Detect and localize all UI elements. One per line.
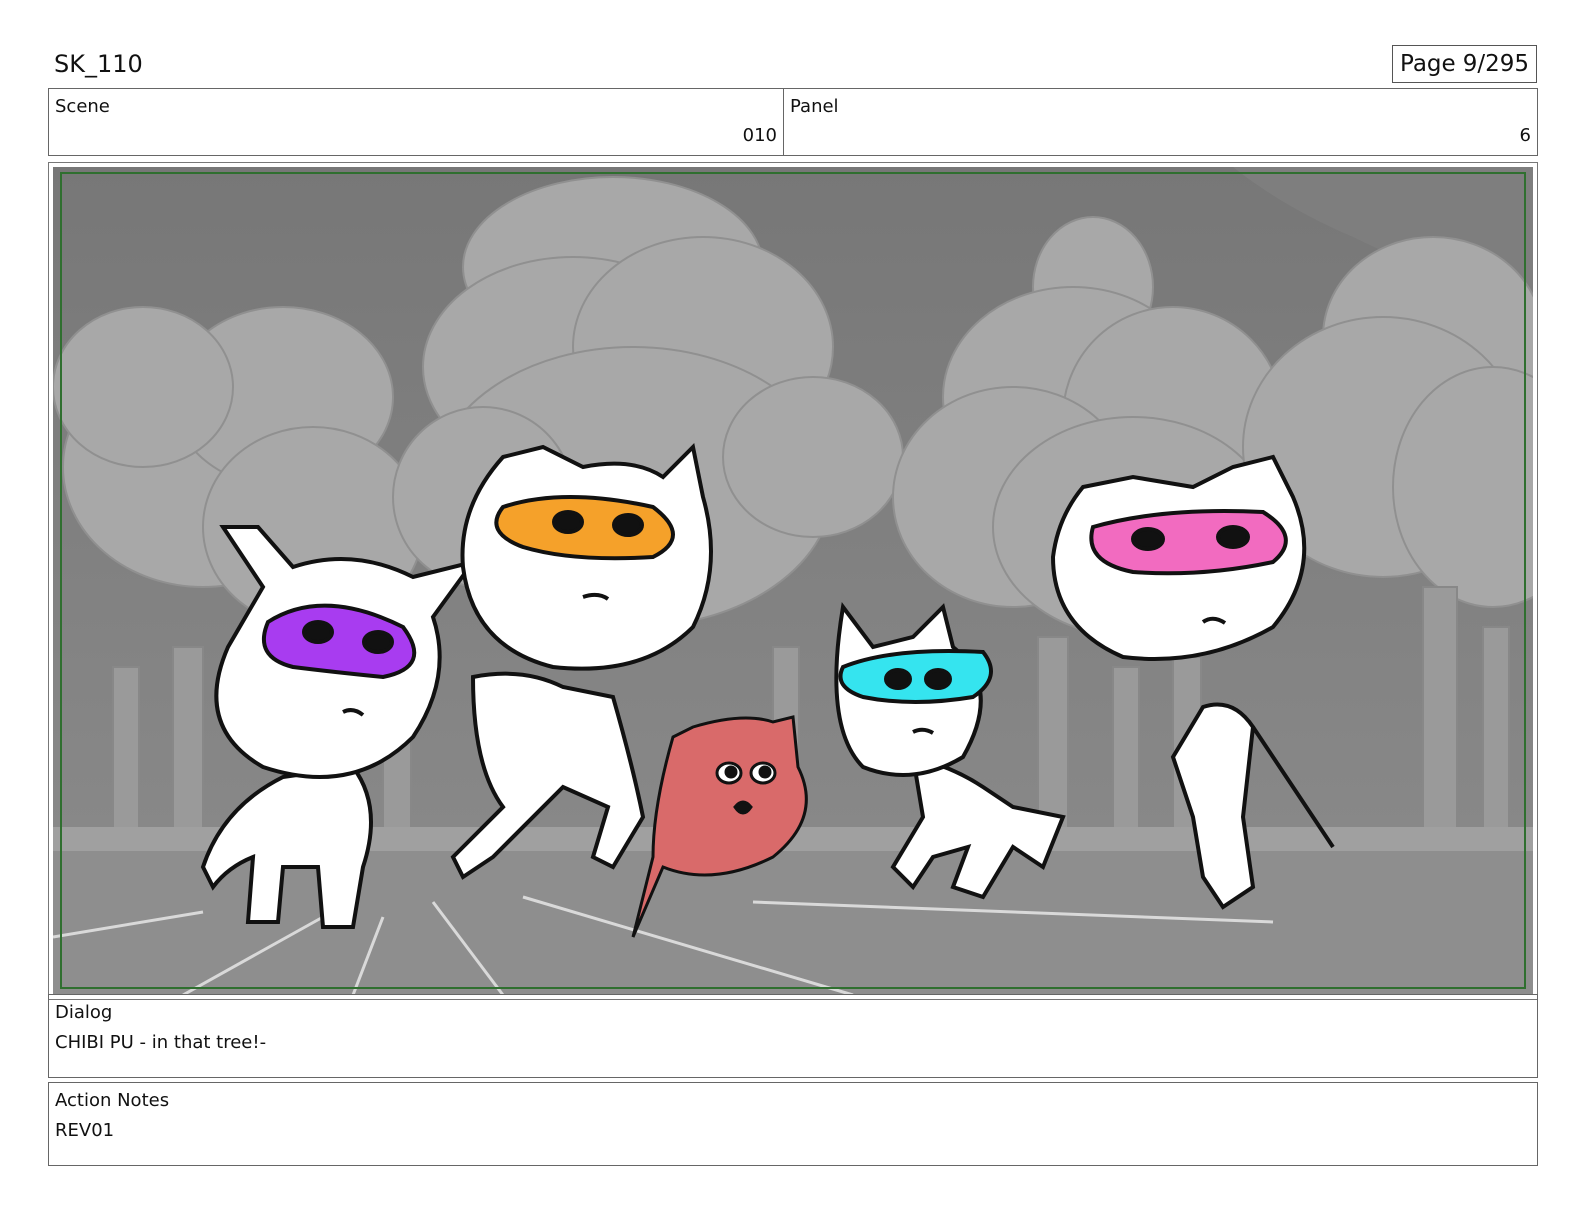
action-notes-label: Action Notes [55,1090,170,1111]
dialog-label: Dialog [55,1002,113,1023]
page-number: 9/295 [1462,51,1529,77]
storyboard-panel-frame [48,162,1538,1000]
page-label: Page [1400,51,1456,77]
page-indicator: Page 9/295 [1392,45,1537,83]
panel-value: 6 [1519,125,1531,146]
panel-illustration [53,167,1533,995]
scene-field: Scene 010 [48,88,784,156]
action-notes-text: REV01 [55,1120,115,1141]
dialog-field: Dialog CHIBI PU - in that tree!- [48,994,1538,1078]
storyboard-panel-image [53,167,1533,995]
storyboard-title: SK_110 [54,50,143,78]
action-notes-field: Action Notes REV01 [48,1082,1538,1166]
panel-field: Panel 6 [783,88,1538,156]
panel-label: Panel [790,96,839,117]
scene-label: Scene [55,96,110,117]
scene-value: 010 [742,125,777,146]
dialog-text: CHIBI PU - in that tree!- [55,1032,267,1053]
